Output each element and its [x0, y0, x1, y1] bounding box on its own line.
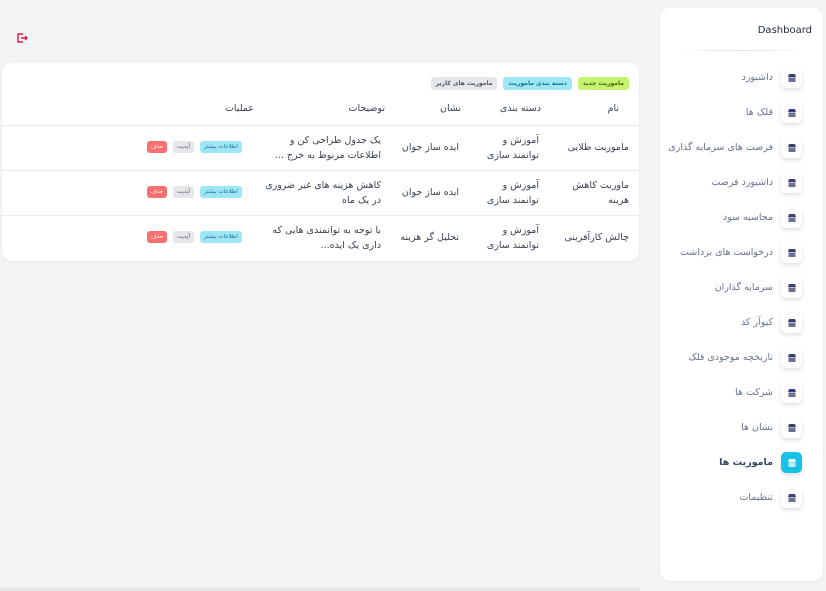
sidebar-item-label: ماموریت ها [719, 457, 773, 468]
sidebar: Dashboard داشبورد قلک ها فرصت های سرمایه گ… [660, 8, 823, 581]
mission-name: ماموریت طلایی [567, 142, 629, 153]
row-actions: حذف آپدیت اطلاعات بیشتر [147, 231, 242, 243]
sidebar-item-label: نشان ها [741, 422, 773, 433]
mission-badge: ایده ساز جوان [401, 187, 459, 198]
sidebar-item-4[interactable]: داشبورد فرصت [660, 165, 823, 200]
table-row: چالش کارآفرینی آموزش و توانمند سازی تحلیل … [2, 216, 639, 261]
sidebar-item-3[interactable]: فرصت های سرمایه گذاری [660, 130, 823, 165]
sidebar-item-6[interactable]: درخواست های برداشت [660, 235, 823, 270]
shop-icon [781, 102, 802, 123]
logout-icon [17, 33, 28, 43]
mission-badge: تحلیل گر هزینه [400, 232, 459, 243]
sidebar-item-label: تنظیمات [739, 492, 773, 503]
sidebar-brand[interactable]: Dashboard [660, 25, 812, 36]
mission-tabs: ماموریت جدید دسته بندی ماموریت ماموریت ه… [430, 77, 629, 90]
header-badge: نشان [440, 103, 461, 114]
sidebar-item-label: شرکت ها [735, 387, 773, 398]
delete-button[interactable]: حذف [147, 231, 167, 243]
mission-badge: ایده ساز جوان [401, 142, 459, 153]
sidebar-item-label: قلک ها [745, 107, 773, 118]
sidebar-item-label: درخواست های برداشت [680, 247, 773, 258]
sidebar-item-13[interactable]: تنظیمات [660, 480, 823, 515]
sidebar-item-11[interactable]: نشان ها [660, 410, 823, 445]
update-button[interactable]: آپدیت [173, 141, 194, 153]
more-info-button[interactable]: اطلاعات بیشتر [199, 186, 242, 198]
mission-category: آموزش و توانمند سازی [486, 135, 539, 161]
sidebar-item-label: سرمایه گذاران [714, 282, 773, 293]
delete-button[interactable]: حذف [147, 186, 167, 198]
sidebar-item-8[interactable]: کیوآر کد [660, 305, 823, 340]
mission-name: ماوریت کاهش هزینه [572, 180, 629, 206]
shop-icon [781, 242, 802, 263]
header-name: نام [607, 103, 619, 114]
shop-icon [781, 487, 802, 508]
sidebar-item-label: داشبورد فرصت [711, 177, 773, 188]
header-category: دسته بندی [499, 103, 541, 114]
mission-description: کاهش هزینه های غیر ضروری در یک ماه [265, 180, 381, 206]
row-actions: حذف آپدیت اطلاعات بیشتر [147, 186, 242, 198]
shop-icon [781, 137, 802, 158]
new-mission-button[interactable]: ماموریت جدید [577, 77, 629, 90]
missions-card: ماموریت جدید دسته بندی ماموریت ماموریت ه… [2, 63, 639, 261]
more-info-button[interactable]: اطلاعات بیشتر [199, 141, 242, 153]
header-description: توضیحات [348, 103, 385, 114]
sidebar-item-label: فرصت های سرمایه گذاری [668, 142, 773, 153]
mission-description: یک جدول طراحی کن و اطلاعات مربوط به خرج … [274, 135, 381, 161]
update-button[interactable]: آپدیت [173, 186, 194, 198]
sidebar-item-2[interactable]: قلک ها [660, 95, 823, 130]
mission-category-button[interactable]: دسته بندی ماموریت [503, 77, 572, 90]
sidebar-item-10[interactable]: شرکت ها [660, 375, 823, 410]
mission-name: چالش کارآفرینی [564, 232, 629, 243]
delete-button[interactable]: حذف [147, 141, 167, 153]
table-row: ماوریت کاهش هزینه آموزش و توانمند سازی اید… [2, 171, 639, 216]
sidebar-item-7[interactable]: سرمایه گذاران [660, 270, 823, 305]
sidebar-item-label: تاریخچه موجودی قلک [688, 352, 773, 363]
header-actions: عملیات [224, 103, 254, 114]
sidebar-item-1[interactable]: داشبورد [660, 60, 823, 95]
shop-icon [781, 277, 802, 298]
shop-icon [781, 67, 802, 88]
footer-divider [0, 587, 640, 591]
mission-description: با توجه به توانمندی هایی که داری یک ایده… [272, 225, 381, 251]
sidebar-item-5[interactable]: محاسبه سود [660, 200, 823, 235]
update-button[interactable]: آپدیت [173, 231, 194, 243]
sidebar-item-label: محاسبه سود [722, 212, 773, 223]
sidebar-item-12[interactable]: ماموریت ها [660, 445, 823, 480]
shop-icon [781, 452, 802, 473]
mission-category: آموزش و توانمند سازی [486, 180, 539, 206]
sidebar-nav: داشبورد قلک ها فرصت های سرمایه گذاری داشبور… [660, 60, 823, 515]
shop-icon [781, 382, 802, 403]
row-actions: حذف آپدیت اطلاعات بیشتر [147, 141, 242, 153]
shop-icon [781, 417, 802, 438]
sidebar-item-9[interactable]: تاریخچه موجودی قلک [660, 340, 823, 375]
shop-icon [781, 347, 802, 368]
sidebar-item-label: داشبورد [741, 72, 773, 83]
more-info-button[interactable]: اطلاعات بیشتر [199, 231, 242, 243]
mission-category: آموزش و توانمند سازی [486, 225, 539, 251]
shop-icon [781, 207, 802, 228]
sidebar-divider [678, 50, 805, 51]
table-header: نام دسته بندی نشان توضیحات عملیات [2, 100, 639, 126]
shop-icon [781, 312, 802, 333]
shop-icon [781, 172, 802, 193]
logout-button[interactable] [15, 31, 29, 45]
user-missions-button[interactable]: ماموریت های کاربر [430, 77, 498, 90]
sidebar-item-label: کیوآر کد [740, 317, 773, 328]
table-row: ماموریت طلایی آموزش و توانمند سازی ایده سا… [2, 126, 639, 171]
